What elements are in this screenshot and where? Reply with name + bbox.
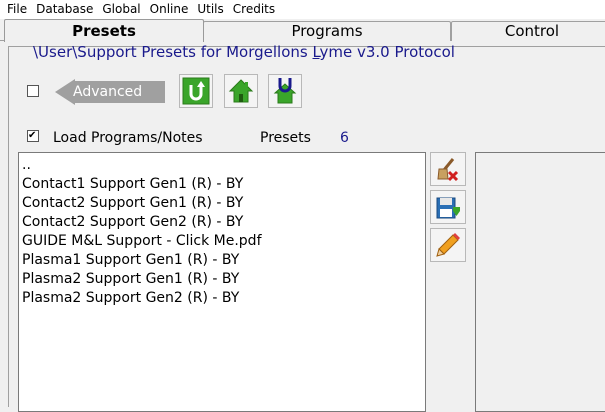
menu-online[interactable]: Online (143, 0, 189, 19)
list-item[interactable]: Contact1 Support Gen1 (R) - BY (22, 175, 425, 194)
list-item[interactable]: Plasma2 Support Gen1 (R) - BY (22, 270, 425, 289)
list-item[interactable]: Plasma2 Support Gen2 (R) - BY (22, 289, 425, 308)
preset-list[interactable]: .. Contact1 Support Gen1 (R) - BY Contac… (18, 152, 426, 412)
advanced-label[interactable]: Advanced (73, 83, 142, 101)
preset-path: \User\Support Presets for Morgellons Lym… (33, 43, 455, 61)
tab-programs[interactable]: Programs (203, 21, 451, 41)
save-disk-icon (436, 197, 460, 219)
load-programs-label: Load Programs/Notes (53, 130, 203, 146)
menu-file[interactable]: File (0, 0, 27, 19)
list-item[interactable]: Contact2 Support Gen2 (R) - BY (22, 213, 425, 232)
path-prefix: \User\Support Presets for Morgellons (33, 43, 313, 61)
home-icon (228, 79, 254, 103)
delete-preset-button[interactable] (430, 152, 466, 186)
advanced-checkbox[interactable] (27, 85, 39, 97)
menu-global[interactable]: Global (95, 0, 140, 19)
home-u-icon (273, 78, 297, 104)
broom-delete-icon (437, 158, 459, 182)
menu-bar: File Database Global Online Utils Credits (0, 0, 605, 19)
list-item[interactable]: .. (22, 156, 425, 175)
list-item[interactable]: Plasma1 Support Gen1 (R) - BY (22, 251, 425, 270)
path-suffix: yme v3.0 Protocol (319, 43, 455, 61)
home-u-button[interactable] (268, 74, 302, 108)
load-programs-checkbox[interactable] (27, 130, 39, 142)
save-preset-button[interactable] (430, 190, 466, 224)
refresh-button[interactable] (179, 74, 213, 108)
refresh-arrow-icon (182, 77, 210, 105)
menu-database[interactable]: Database (29, 0, 93, 19)
preset-notes-panel (475, 152, 605, 412)
edit-preset-button[interactable] (430, 228, 466, 262)
pencil-edit-icon (436, 233, 460, 257)
list-item[interactable]: GUIDE M&L Support - Click Me.pdf (22, 232, 425, 251)
home-button[interactable] (224, 74, 258, 108)
presets-count-label: Presets (260, 130, 311, 146)
menu-credits[interactable]: Credits (226, 0, 275, 19)
list-item[interactable]: Contact2 Support Gen1 (R) - BY (22, 194, 425, 213)
menu-utils[interactable]: Utils (190, 0, 223, 19)
tab-presets[interactable]: Presets (4, 19, 204, 42)
tab-control[interactable]: Control (451, 21, 605, 41)
presets-count-value: 6 (340, 130, 349, 146)
